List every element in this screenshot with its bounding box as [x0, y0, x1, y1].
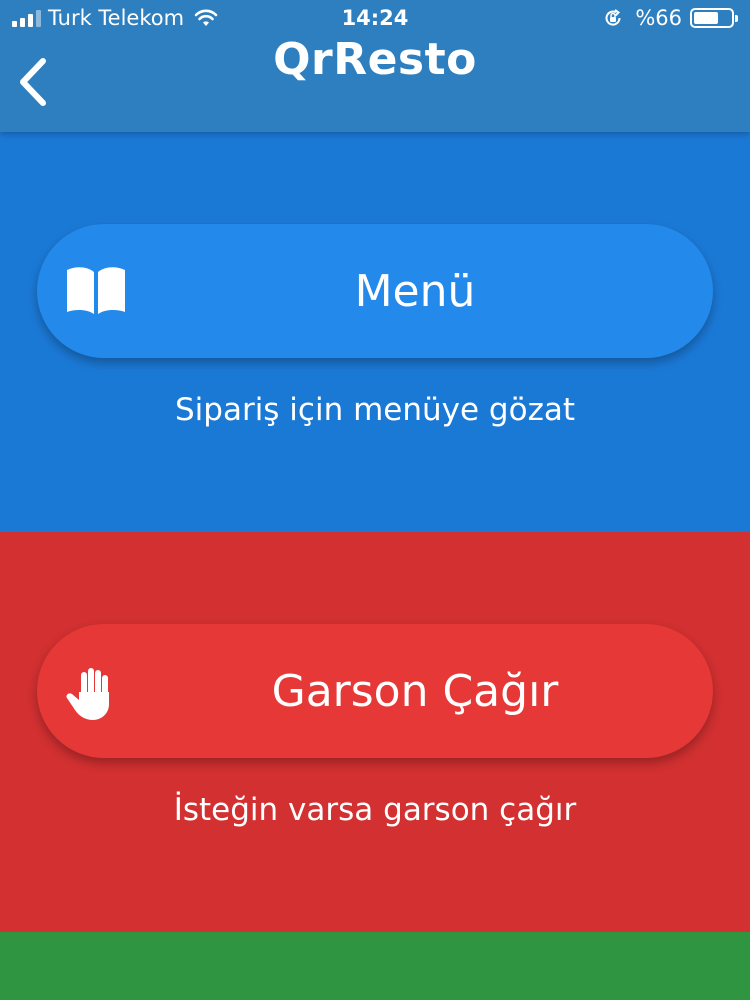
app-header: Turk Telekom 14:24 %66 QrResto	[0, 0, 750, 132]
orientation-lock-icon	[605, 9, 621, 26]
call-waiter-button-label: Garson Çağır	[271, 665, 559, 717]
bottom-section	[0, 932, 750, 1000]
waiter-subtitle: İsteğin varsa garson çağır	[173, 792, 577, 828]
battery-percentage: %66	[635, 6, 682, 30]
menu-button-label: Menü	[354, 265, 476, 317]
menu-subtitle: Sipariş için menüye gözat	[174, 392, 575, 428]
status-bar: Turk Telekom 14:24 %66	[0, 0, 750, 38]
battery-fill	[694, 12, 718, 24]
raised-hand-icon	[66, 668, 109, 720]
status-right: %66	[603, 6, 738, 30]
menu-button[interactable]: Menü	[37, 224, 713, 358]
waiter-section: Garson Çağır İsteğin varsa garson çağır	[0, 532, 750, 932]
menu-section: Menü Sipariş için menüye gözat	[0, 132, 750, 532]
app-title: QrResto	[273, 34, 477, 85]
call-waiter-button[interactable]: Garson Çağır	[37, 624, 713, 758]
battery-icon	[690, 8, 738, 28]
